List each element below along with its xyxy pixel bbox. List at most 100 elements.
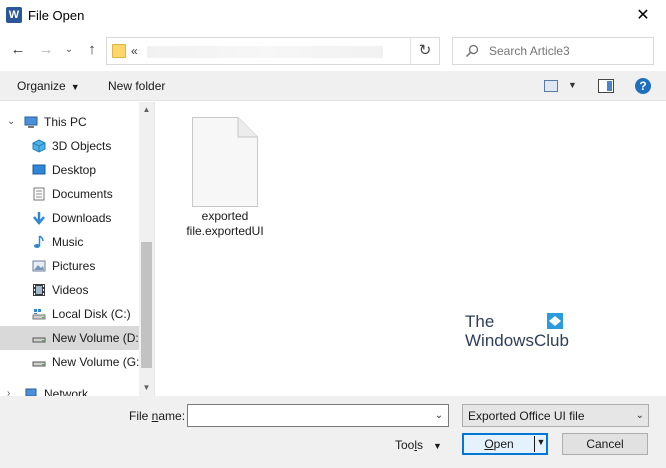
- documents-icon: [33, 187, 45, 201]
- sidebar-item-label: 3D Objects: [52, 139, 112, 153]
- change-view-icon[interactable]: [544, 80, 558, 92]
- breadcrumb-overflow[interactable]: «: [131, 44, 138, 58]
- sidebar-item-videos[interactable]: Videos: [0, 278, 140, 302]
- cube-icon: [32, 139, 46, 153]
- tools-label-post: s: [417, 438, 424, 452]
- recent-locations-button[interactable]: ⌄: [62, 39, 76, 61]
- address-bar[interactable]: « ↻: [106, 37, 440, 65]
- refresh-button[interactable]: ↻: [411, 38, 439, 64]
- pictures-icon: [32, 260, 46, 272]
- open-label: Open: [464, 437, 534, 451]
- scroll-up-icon[interactable]: ▲: [139, 102, 154, 118]
- chevron-down-icon: ▼: [433, 441, 442, 451]
- help-icon[interactable]: ?: [635, 78, 651, 94]
- window-title: File Open: [28, 8, 85, 23]
- tools-button[interactable]: Tools ▼: [395, 438, 442, 452]
- document-icon: [192, 117, 258, 207]
- file-name-line: exported: [201, 209, 249, 223]
- sidebar-item-desktop[interactable]: Desktop: [0, 158, 140, 182]
- videos-icon: [33, 284, 45, 296]
- sidebar-item-label: Documents: [52, 187, 113, 201]
- file-name-combobox[interactable]: ⌄: [187, 404, 449, 427]
- watermark-logo: The WindowsClub: [465, 312, 575, 352]
- sidebar-item-music[interactable]: Music: [0, 230, 140, 254]
- sidebar-item-documents[interactable]: Documents: [0, 182, 140, 206]
- organize-label: Organize: [17, 79, 66, 93]
- file-name-label-pre: File: [129, 409, 152, 423]
- watermark-text: The: [465, 312, 495, 331]
- sidebar-item-network[interactable]: › Network: [0, 382, 140, 396]
- scroll-down-icon[interactable]: ▼: [139, 380, 154, 396]
- windows-logo-icon: [547, 313, 563, 329]
- music-icon: [34, 235, 44, 248]
- open-label-post: pen: [493, 437, 514, 451]
- file-list-pane[interactable]: exported file.exportedUI The WindowsClub: [155, 102, 666, 396]
- desktop-icon: [32, 164, 46, 175]
- chevron-down-icon: ▼: [70, 82, 80, 92]
- sidebar-item-label: Pictures: [52, 259, 96, 273]
- file-item[interactable]: exported file.exportedUI: [180, 114, 270, 244]
- close-button[interactable]: ✕: [620, 0, 666, 31]
- expander-icon[interactable]: ⌄: [7, 116, 15, 127]
- file-name-input[interactable]: [192, 408, 422, 423]
- title-bar: W File Open ✕: [0, 0, 666, 31]
- sidebar-item-3d-objects[interactable]: 3D Objects: [0, 134, 140, 158]
- sidebar-item-this-pc[interactable]: ⌄ This PC: [0, 110, 140, 134]
- preview-pane-icon[interactable]: [598, 79, 614, 93]
- search-input[interactable]: [489, 42, 649, 60]
- search-icon: [466, 44, 479, 57]
- sidebar-item-label: New Volume (G:: [52, 355, 140, 369]
- sidebar-item-label: Downloads: [52, 211, 112, 225]
- sidebar-item-label: Local Disk (C:): [52, 307, 131, 321]
- open-button[interactable]: Open ▼: [462, 433, 548, 455]
- file-name-label-post: ame:: [158, 409, 186, 423]
- drive-icon: [32, 337, 46, 343]
- watermark-text: WindowsClub: [465, 331, 569, 350]
- computer-icon: [24, 116, 38, 128]
- sidebar-item-label: Videos: [52, 283, 89, 297]
- organize-button[interactable]: Organize ▼: [17, 79, 80, 93]
- chevron-down-icon[interactable]: ▼: [536, 437, 546, 447]
- split-divider: [534, 436, 535, 452]
- view-options-chevron-icon[interactable]: ▼: [568, 80, 577, 90]
- chevron-down-icon[interactable]: ⌄: [432, 408, 446, 423]
- drive-icon: [32, 361, 46, 367]
- sidebar-item-new-volume-g[interactable]: New Volume (G:: [0, 350, 140, 374]
- sidebar-item-pictures[interactable]: Pictures: [0, 254, 140, 278]
- sidebar-item-label: This PC: [44, 115, 87, 129]
- expander-icon[interactable]: ›: [7, 388, 10, 396]
- sidebar-item-label: Music: [52, 235, 84, 249]
- scroll-thumb[interactable]: [141, 242, 152, 368]
- word-icon: W: [6, 7, 22, 23]
- command-toolbar: Organize ▼ New folder ▼ ?: [0, 71, 666, 101]
- download-icon: [33, 212, 45, 225]
- drive-icon: [32, 309, 46, 320]
- file-name-line: file.exportedUI: [186, 224, 264, 238]
- folder-icon: [112, 44, 126, 58]
- tools-label-pre: Too: [395, 438, 415, 452]
- breadcrumb-path-redacted: [147, 46, 383, 58]
- forward-button[interactable]: →: [36, 39, 56, 61]
- sidebar-item-new-volume-d[interactable]: New Volume (D:: [0, 326, 140, 350]
- open-label-accesskey: O: [484, 437, 494, 451]
- file-type-select[interactable]: Exported Office UI file ⌄: [462, 404, 649, 427]
- navigation-pane[interactable]: ⌄ This PC 3D Objects Desktop Documents D…: [0, 102, 154, 396]
- sidebar-item-label: Network: [44, 387, 89, 396]
- sidebar-item-downloads[interactable]: Downloads: [0, 206, 140, 230]
- file-name-label: File name:: [129, 409, 185, 423]
- new-folder-button[interactable]: New folder: [108, 79, 165, 93]
- cancel-button[interactable]: Cancel: [562, 433, 648, 455]
- search-box[interactable]: [452, 37, 654, 65]
- address-row: ← → ⌄ ↑ « ↻: [0, 31, 666, 69]
- file-name-label: exported file.exportedUI: [180, 209, 270, 239]
- sidebar-item-label: New Volume (D:: [52, 331, 139, 345]
- sidebar-item-label: Desktop: [52, 163, 97, 177]
- chevron-down-icon: ⌄: [635, 410, 644, 421]
- up-button[interactable]: ↑: [82, 39, 102, 61]
- sidebar-item-local-disk-c[interactable]: Local Disk (C:): [0, 302, 140, 326]
- back-button[interactable]: ←: [8, 39, 28, 61]
- footer-panel: File name: ⌄ Exported Office UI file ⌄ T…: [0, 396, 666, 468]
- sidebar-scrollbar[interactable]: ▲ ▼: [139, 102, 154, 396]
- network-icon: [25, 388, 37, 396]
- file-type-value: Exported Office UI file: [468, 409, 585, 423]
